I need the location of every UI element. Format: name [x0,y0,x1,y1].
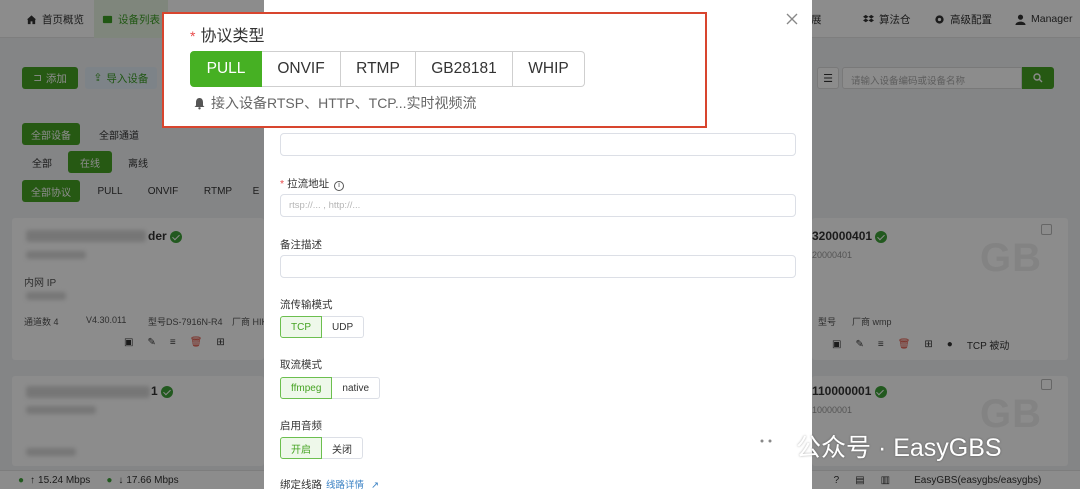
protocol-whip-button[interactable]: WHIP [513,51,585,87]
protocol-hint: 接入设备RTSP、HTTP、TCP...实时视频流 [193,93,477,113]
audio-on-option[interactable]: 开启 [280,437,322,459]
wechat-icon [754,433,786,459]
fetch-native-option[interactable]: native [332,377,381,399]
fetch-mode-label: 取流模式 [280,359,322,371]
transport-udp-option[interactable]: UDP [322,316,365,338]
transport-mode-toggle: TCP UDP [280,316,365,338]
transport-mode-label: 流传输模式 [280,299,333,311]
transport-tcp-option[interactable]: TCP [280,316,322,338]
audio-label: 启用音频 [280,420,322,432]
wechat-watermark: 公众号 · EasyGBS [752,428,1002,464]
route-detail-link[interactable]: 线路详情 [326,480,364,489]
close-icon[interactable] [785,12,799,26]
audio-toggle: 开启 关闭 [280,437,363,459]
pull-url-input[interactable]: rtsp://... , http://... [280,194,796,217]
protocol-type-highlight: * 协议类型 PULL ONVIF RTMP GB28181 WHIP 接入设备R… [162,12,707,128]
audio-off-option[interactable]: 关闭 [322,437,363,459]
fetch-ffmpeg-option[interactable]: ffmpeg [280,377,333,399]
fetch-mode-toggle: ffmpeg native [280,377,381,399]
protocol-onvif-button[interactable]: ONVIF [262,51,341,87]
protocol-rtmp-button[interactable]: RTMP [341,51,416,87]
device-name-field[interactable] [280,133,796,156]
external-link-icon[interactable]: ↗ [371,480,379,489]
protocol-gb28181-button[interactable]: GB28181 [416,51,513,87]
remark-input[interactable] [280,255,796,278]
remark-label: 备注描述 [280,239,322,251]
pull-url-label: * 拉流地址 i [280,176,345,191]
protocol-type-label: * 协议类型 [190,28,265,45]
bell-icon [194,97,205,109]
info-icon[interactable]: i [334,181,345,191]
protocol-pull-button[interactable]: PULL [190,51,262,87]
protocol-selector: PULL ONVIF RTMP GB28181 WHIP [190,51,585,87]
route-label: 绑定线路 线路详情 ↗ [280,479,379,489]
